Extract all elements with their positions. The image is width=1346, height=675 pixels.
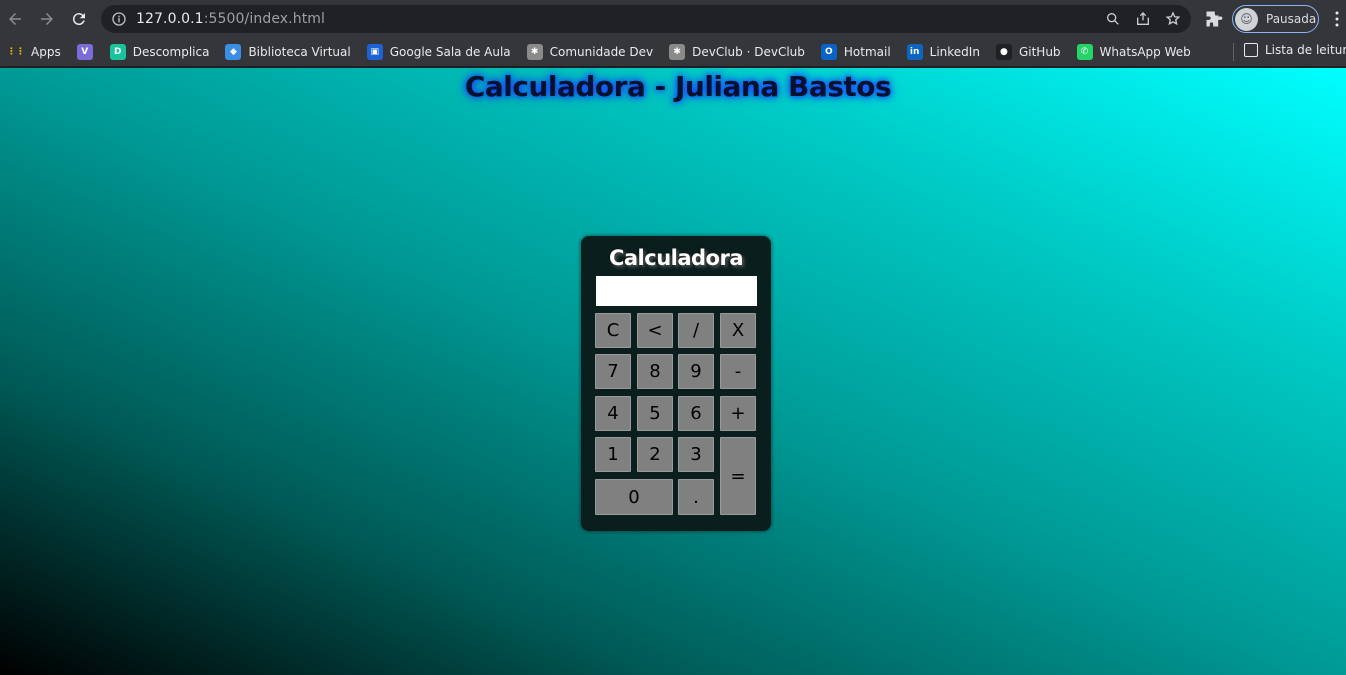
share-icon — [1137, 12, 1149, 25]
url-path: :5500/index.html — [203, 11, 326, 27]
divide-button[interactable]: / — [678, 313, 714, 348]
reload-button[interactable] — [65, 5, 93, 33]
bookmark-label: GitHub — [1018, 44, 1061, 59]
clear-button[interactable]: C — [595, 313, 631, 348]
digit-0-button[interactable]: 0 — [595, 479, 673, 515]
digit-6-button[interactable]: 6 — [678, 396, 714, 431]
bookmark-star-button[interactable] — [1163, 9, 1183, 29]
linkedin-icon: in — [906, 43, 923, 60]
devclub-icon: ✱ — [669, 43, 686, 60]
bookmark-list: ⋮⋮ Apps V D Descomplica ◆ Biblioteca Virtual ▣ G… — [0, 43, 1207, 60]
decimal-point-button[interactable]: . — [678, 479, 714, 515]
apps-grid-icon: ⋮⋮ — [7, 46, 25, 57]
zoom-button[interactable] — [1103, 9, 1123, 29]
star-icon — [1165, 11, 1181, 26]
digit-9-button[interactable]: 9 — [678, 354, 714, 389]
descomplica-icon: D — [109, 43, 126, 60]
multiply-button[interactable]: X — [720, 313, 756, 348]
bookmark-label: Biblioteca Virtual — [248, 44, 351, 59]
bookmark-label: LinkedIn — [929, 44, 980, 59]
digit-1-button[interactable]: 1 — [595, 437, 631, 472]
calculator-panel: Calculadora C < / X 7 8 9 - 4 5 6 + 1 2 … — [581, 236, 771, 531]
profile-label: Pausada — [1266, 12, 1317, 26]
avatar: ☺ — [1235, 7, 1258, 31]
browser-toolbar: 127.0.0.1:5500/index.html ☺ Pausada — [0, 0, 1346, 37]
url-text[interactable]: 127.0.0.1:5500/index.html — [136, 11, 325, 27]
reading-list-button[interactable]: Lista de leitura — [1244, 43, 1346, 57]
v-logo-icon: V — [76, 43, 93, 60]
bookmark-item[interactable]: in LinkedIn — [906, 43, 980, 60]
digit-7-button[interactable]: 7 — [595, 354, 631, 389]
digit-2-button[interactable]: 2 — [637, 437, 673, 472]
biblioteca-icon: ◆ — [225, 43, 242, 60]
bookmark-label: DevClub · DevClub — [692, 44, 805, 59]
page-title: Calculadora - Juliana Bastos — [464, 70, 892, 103]
bookmark-item[interactable]: ✆ WhatsApp Web — [1076, 43, 1191, 60]
bookmark-label: Comunidade Dev — [549, 44, 654, 59]
bookmark-item[interactable]: ✱ DevClub · DevClub — [669, 43, 805, 60]
bookmark-item[interactable]: ◆ Biblioteca Virtual — [225, 43, 351, 60]
arrow-left-icon — [9, 13, 21, 25]
reload-icon — [72, 13, 85, 26]
digit-3-button[interactable]: 3 — [678, 437, 714, 472]
magnifier-icon — [1107, 12, 1119, 25]
page-viewport: Calculadora - Juliana Bastos Calculadora… — [0, 68, 1346, 675]
back-button[interactable] — [1, 5, 29, 33]
outlook-icon: O — [820, 43, 837, 60]
bookmark-item[interactable]: ✱ Comunidade Dev — [526, 43, 654, 60]
comunidade-dev-icon: ✱ — [526, 43, 543, 60]
reading-list-icon — [1244, 43, 1258, 57]
calculator-display[interactable] — [596, 276, 757, 306]
github-icon: ● — [995, 43, 1012, 60]
arrow-right-icon — [41, 13, 53, 25]
address-bar[interactable]: 127.0.0.1:5500/index.html — [101, 5, 1191, 33]
bookmark-item[interactable]: ⋮⋮ Apps — [7, 44, 61, 60]
equals-button[interactable]: = — [720, 437, 756, 515]
reading-list-label: Lista de leitura — [1265, 43, 1346, 57]
share-button[interactable] — [1133, 9, 1153, 29]
minus-button[interactable]: - — [720, 354, 756, 389]
profile-button[interactable]: ☺ Pausada — [1232, 5, 1319, 33]
info-icon[interactable] — [111, 11, 127, 27]
bookmark-label: Hotmail — [843, 44, 891, 59]
bookmark-item[interactable]: O Hotmail — [820, 43, 891, 60]
bookmark-label: WhatsApp Web — [1099, 44, 1191, 59]
digit-5-button[interactable]: 5 — [637, 396, 673, 431]
bookmark-label: Descomplica — [132, 44, 210, 59]
kebab-menu-icon[interactable] — [1329, 10, 1345, 28]
plus-button[interactable]: + — [720, 396, 756, 431]
forward-button[interactable] — [33, 5, 61, 33]
bookmark-item[interactable]: ▣ Google Sala de Aula — [366, 43, 511, 60]
backspace-button[interactable]: < — [637, 313, 673, 348]
bookmark-item[interactable]: ● GitHub — [995, 43, 1061, 60]
bookmark-item[interactable]: V — [76, 43, 100, 60]
bookmark-label: Apps — [31, 44, 61, 59]
digit-4-button[interactable]: 4 — [595, 396, 631, 431]
bookmarks-divider — [1233, 43, 1234, 61]
classroom-icon: ▣ — [366, 43, 383, 60]
puzzle-extensions-icon[interactable] — [1204, 9, 1224, 29]
calculator-title: Calculadora — [608, 246, 744, 270]
bookmark-label: Google Sala de Aula — [389, 44, 511, 59]
url-host: 127.0.0.1 — [136, 11, 204, 27]
bookmark-item[interactable]: D Descomplica — [109, 43, 210, 60]
bookmarks-bar: ⋮⋮ Apps V D Descomplica ◆ Biblioteca Virtual ▣ G… — [0, 37, 1346, 67]
digit-8-button[interactable]: 8 — [637, 354, 673, 389]
whatsapp-icon: ✆ — [1076, 43, 1093, 60]
